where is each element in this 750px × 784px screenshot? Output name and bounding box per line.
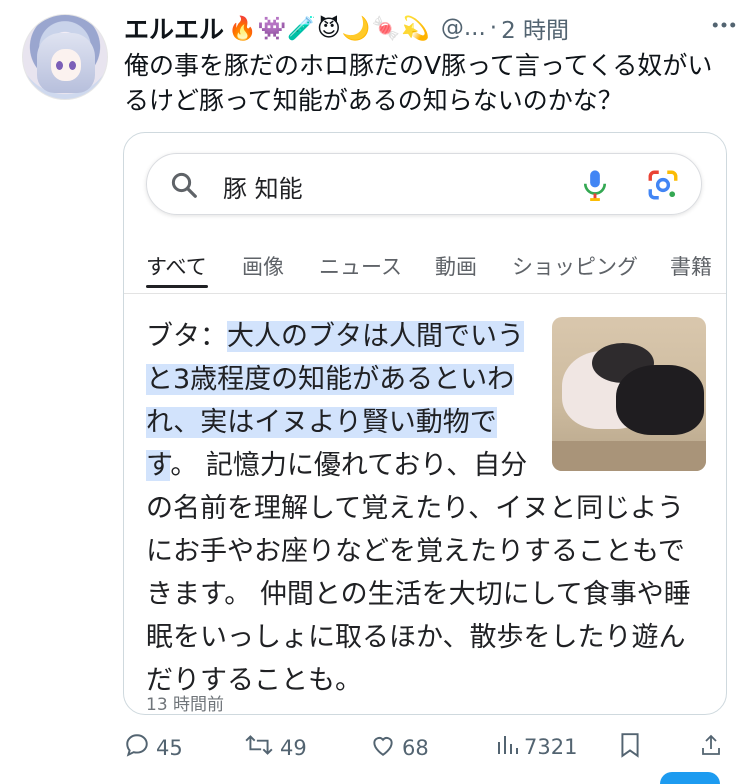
tweet-actions: 45 49 68 7321 xyxy=(124,732,724,768)
bookmark-button[interactable] xyxy=(619,732,647,763)
views-button[interactable]: 7321 xyxy=(496,732,577,761)
name-emojis: 🔥👾🧪😈🌙🍬💫 xyxy=(228,15,431,42)
tab-books[interactable]: 書籍 xyxy=(670,251,712,281)
snippet-body: 。 記憶力に優れており、自分の名前を理解して覚えたり、イヌと同じようにお手やお座… xyxy=(146,450,691,696)
search-bar[interactable]: 豚 知能 xyxy=(146,153,702,215)
mic-icon[interactable] xyxy=(580,168,610,206)
reply-icon xyxy=(124,732,156,763)
image-ground xyxy=(552,441,706,471)
tweet-time[interactable]: 2 時間 xyxy=(501,11,569,45)
search-icon xyxy=(169,170,199,204)
reply-count: 45 xyxy=(156,735,183,760)
attached-screenshot[interactable]: 豚 知能 すべて 画像 ニュース 動画 ショッピング 書籍 ブタ：大人のブタは人… xyxy=(123,132,727,715)
tab-shopping[interactable]: ショッピング xyxy=(512,251,638,281)
like-button[interactable]: 68 xyxy=(370,732,429,763)
retweet-count: 49 xyxy=(280,735,307,760)
search-tabs: すべて 画像 ニュース 動画 ショッピング 書籍 xyxy=(124,245,726,289)
result-time: 13 時間前 xyxy=(146,695,225,715)
share-button[interactable] xyxy=(699,732,729,763)
bookmark-icon xyxy=(619,732,647,763)
tab-images[interactable]: 画像 xyxy=(242,251,284,281)
pig-image[interactable] xyxy=(552,317,706,471)
tweet-text: 俺の事を豚だのホロ豚だのV豚って言ってくる奴がいるけど豚って知能があるの知らない… xyxy=(124,51,713,115)
search-query[interactable]: 豚 知能 xyxy=(223,169,303,204)
views-count: 7321 xyxy=(524,734,578,759)
avatar-eye xyxy=(69,61,76,70)
tab-news[interactable]: ニュース xyxy=(319,251,402,281)
divider xyxy=(124,293,726,294)
featured-snippet: ブタ：大人のブタは人間でいうと3歳程度の知能があるといわれ、実はイヌより賢い動物… xyxy=(146,315,706,702)
more-icon[interactable] xyxy=(709,10,739,47)
avatar-eye xyxy=(56,61,63,70)
separator-dot: · xyxy=(489,15,498,41)
user-handle[interactable]: @... xyxy=(441,15,486,41)
reply-button[interactable]: 45 xyxy=(124,732,183,763)
share-icon xyxy=(699,732,729,763)
tab-videos[interactable]: 動画 xyxy=(435,251,477,281)
tab-all[interactable]: すべて xyxy=(146,251,207,281)
retweet-icon xyxy=(244,732,280,763)
retweet-button[interactable]: 49 xyxy=(244,732,307,763)
snippet-label: ブタ： xyxy=(146,321,227,352)
like-count: 68 xyxy=(402,735,429,760)
image-pig xyxy=(616,365,704,435)
views-icon xyxy=(496,732,524,761)
tweet-header: エルエル 🔥👾🧪😈🌙🍬💫 @... · 2 時間 xyxy=(124,10,739,46)
like-icon xyxy=(370,732,402,763)
active-tab-indicator xyxy=(146,285,208,288)
avatar[interactable] xyxy=(22,14,108,100)
lens-icon[interactable] xyxy=(646,168,680,206)
display-name[interactable]: エルエル xyxy=(124,10,224,46)
floating-compose-button[interactable] xyxy=(660,772,720,784)
